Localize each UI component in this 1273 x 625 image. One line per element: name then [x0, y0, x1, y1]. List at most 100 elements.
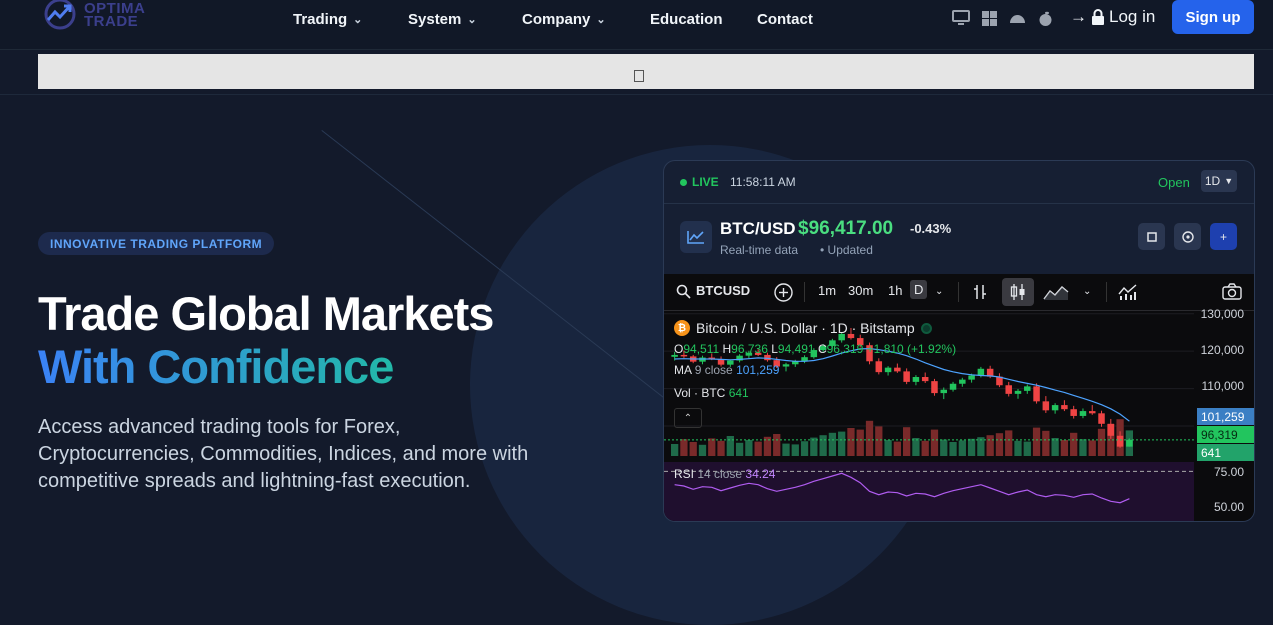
add-button[interactable]: + — [1210, 223, 1237, 250]
candle-body — [884, 367, 892, 373]
market-open-dot-icon — [920, 322, 932, 334]
hero-lead: Access advanced trading tools for Forex,… — [38, 416, 529, 492]
chart-title: ₿ Bitcoin / U.S. Dollar · 1D · Bitstamp — [674, 320, 932, 336]
volume-bar — [782, 443, 790, 456]
nav-item-education[interactable]: Education — [650, 11, 723, 28]
volume-bar — [1042, 430, 1050, 456]
candle-body — [699, 357, 706, 362]
candle-body — [1051, 405, 1059, 411]
volume-bar — [1079, 439, 1087, 456]
interval-d[interactable]: D — [910, 280, 928, 299]
nav-item-system[interactable]: System ⌄ — [408, 11, 477, 28]
volume-bar — [1005, 430, 1013, 456]
tradingview-chart[interactable]: BTCUSD 1m 30m 1h D ⌄ ⌄ ₿ Bitcoin / U.S. … — [664, 274, 1254, 521]
toolbar-separator — [804, 282, 805, 302]
candle-body — [875, 361, 883, 373]
camera-icon[interactable] — [1222, 283, 1242, 300]
volume-bar — [903, 427, 911, 456]
signup-button[interactable]: Sign up — [1172, 0, 1254, 34]
bar-chart-type-icon[interactable] — [972, 283, 988, 301]
volume-bar — [847, 428, 855, 456]
login-arrow-icon: → — [1070, 7, 1087, 26]
candle-body — [1033, 386, 1040, 402]
banner-placeholder — [38, 54, 1254, 89]
interval-dropdown-icon[interactable]: ⌄ — [935, 286, 943, 297]
candle-body — [1107, 423, 1115, 436]
collapse-legend-button[interactable]: ⌃ — [674, 408, 702, 428]
ma-line — [674, 347, 1130, 422]
chevron-down-icon: ⌄ — [467, 14, 477, 26]
volume-bar — [912, 438, 920, 456]
nav-item-company[interactable]: Company ⌄ — [522, 11, 606, 28]
price-axis[interactable]: 130,000 120,000 110,000 101,259 96,319 6… — [1194, 307, 1254, 521]
symbol-search[interactable]: BTCUSD — [696, 283, 750, 298]
candle-body — [1116, 435, 1124, 447]
toolbar-separator — [1106, 282, 1107, 302]
logo-text: OPTIMA TRADE — [84, 0, 146, 30]
volume-bar — [949, 442, 957, 456]
volume-bar — [800, 441, 809, 456]
volume-bar — [680, 439, 688, 456]
volume-bar — [754, 441, 762, 456]
hero-title-line1: Trade Global Markets — [38, 287, 494, 340]
candle-body — [1014, 390, 1022, 394]
last-price-tag: 96,319 — [1197, 426, 1254, 443]
y-tick-label: 130,000 — [1200, 307, 1244, 321]
volume-bar — [884, 440, 892, 456]
candle-body — [1042, 401, 1050, 411]
candle-chart-type-button[interactable] — [1002, 278, 1034, 306]
volume-bar — [986, 435, 994, 456]
candle-body — [1088, 411, 1096, 414]
interval-30m[interactable]: 30m — [848, 283, 873, 298]
area-chart-type-icon[interactable] — [1043, 283, 1069, 301]
candle-body — [903, 371, 910, 382]
nav-item-trading[interactable]: Trading ⌄ — [293, 11, 362, 28]
live-label: LIVE — [692, 175, 719, 189]
volume-bar — [1070, 432, 1078, 456]
volume-bar — [828, 432, 837, 456]
candle-body — [1079, 411, 1087, 416]
y-tick-label: 110,000 — [1201, 379, 1245, 393]
volume-bar — [838, 431, 846, 456]
broken-image-icon — [634, 70, 644, 82]
ma-legend: MA 9 close 101,259 — [674, 363, 780, 377]
candle-body — [921, 377, 929, 382]
login-link[interactable]: → Log in — [1070, 7, 1155, 27]
lock-icon — [1092, 9, 1104, 25]
widget-status-bar: LIVE 11:58:11 AM Open 1D ▼ — [664, 161, 1254, 204]
live-dot-icon — [680, 179, 687, 186]
price-change: -0.43% — [910, 221, 952, 236]
chevron-down-icon: ⌄ — [353, 14, 363, 26]
interval-1h[interactable]: 1h — [888, 283, 902, 298]
square-button[interactable] — [1138, 223, 1165, 250]
trading-widget: LIVE 11:58:11 AM Open 1D ▼ BTC/USD $96,41… — [663, 160, 1255, 522]
hero-badge: INNOVATIVE TRADING PLATFORM — [38, 232, 275, 255]
rsi-tick-label: 75.00 — [1213, 465, 1244, 479]
volume-bar — [875, 426, 883, 456]
nav-item-contact[interactable]: Contact — [757, 11, 813, 28]
symbol-name: BTC/USD — [720, 219, 796, 238]
candle-body — [959, 379, 966, 384]
candle-body — [949, 383, 957, 390]
desktop-icon[interactable] — [952, 9, 970, 27]
target-button[interactable] — [1174, 223, 1201, 250]
candle-body — [1070, 409, 1077, 416]
windows-icon[interactable] — [980, 9, 998, 27]
volume-legend: Vol · BTC 641 — [674, 386, 749, 400]
volume-bar — [745, 440, 753, 456]
indicators-icon[interactable] — [1118, 283, 1138, 301]
android-icon[interactable] — [1008, 9, 1026, 27]
volume-bar — [1023, 441, 1031, 456]
volume-bar — [671, 444, 679, 456]
timeframe-select[interactable]: 1D ▼ — [1201, 170, 1237, 192]
volume-bar — [773, 434, 781, 456]
volume-bar — [930, 429, 939, 456]
volume-bar — [698, 444, 707, 456]
search-icon[interactable] — [676, 284, 691, 299]
chart-type-dropdown-icon[interactable]: ⌄ — [1083, 286, 1091, 297]
interval-1m[interactable]: 1m — [818, 283, 836, 298]
hero-title-line2: With Confidence — [38, 340, 394, 393]
apple-icon[interactable] — [1036, 9, 1054, 27]
add-symbol-icon[interactable] — [774, 283, 793, 302]
top-navbar: OPTIMA TRADE Trading ⌄ System ⌄ Company ⌄ Ed… — [0, 0, 1273, 50]
